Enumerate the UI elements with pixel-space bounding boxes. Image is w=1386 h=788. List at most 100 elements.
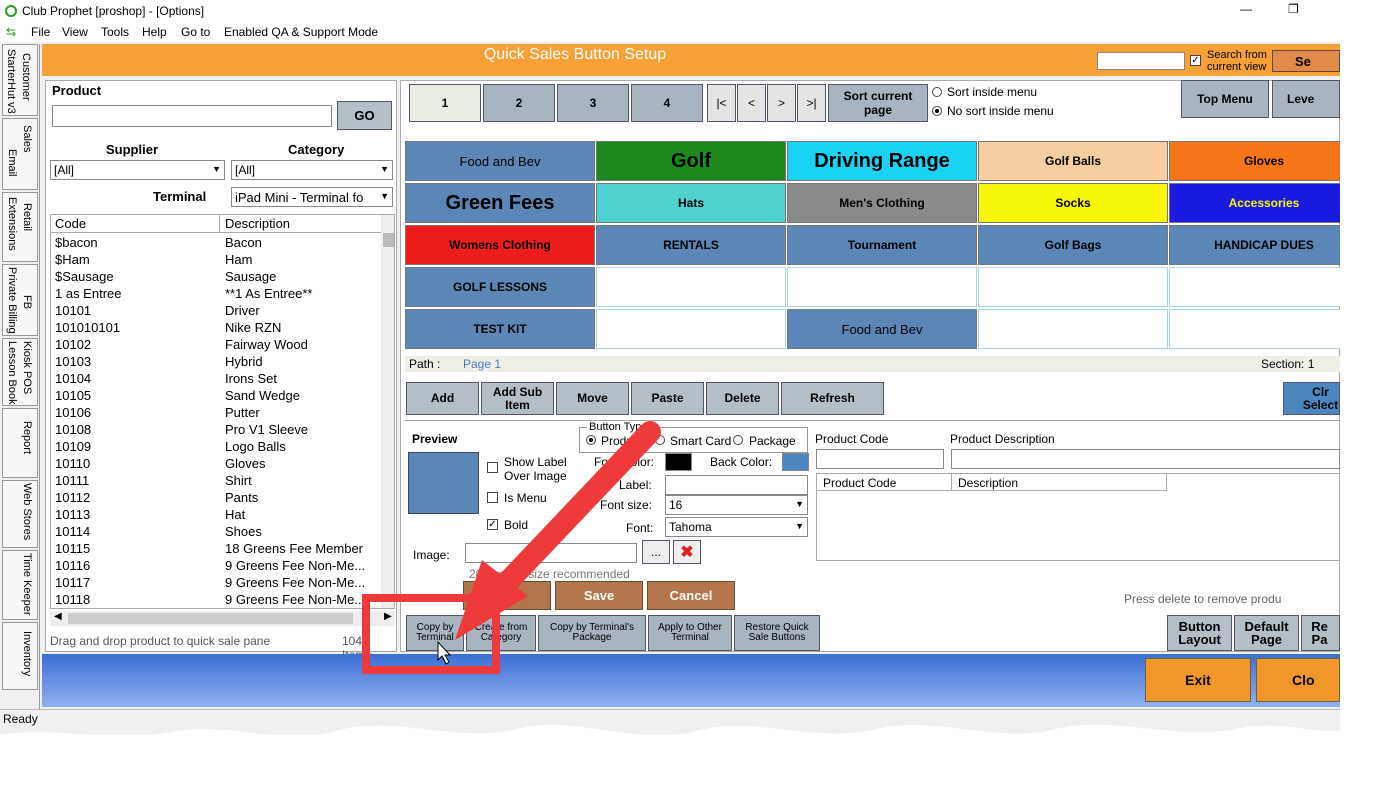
table-row[interactable]: 10109 Logo Balls xyxy=(55,438,382,455)
back-color-swatch[interactable] xyxy=(782,453,809,471)
quick-sale-button[interactable] xyxy=(1169,309,1340,349)
top-menu-button[interactable]: Top Menu xyxy=(1181,80,1269,118)
table-row[interactable]: 10106 Putter xyxy=(55,404,382,421)
table-row[interactable]: 10105 Sand Wedge xyxy=(55,387,382,404)
side-tab-web-stores[interactable]: Web Stores xyxy=(2,480,38,548)
refresh-button[interactable]: Refresh xyxy=(781,382,884,415)
linked-col-desc[interactable]: Description xyxy=(958,476,1018,490)
reset-page-button[interactable]: Re Pa xyxy=(1301,615,1340,651)
product-code-input[interactable] xyxy=(816,449,944,469)
sort-inside-menu-radio[interactable] xyxy=(932,87,942,97)
table-row[interactable]: 10114 Shoes xyxy=(55,523,382,540)
vertical-scrollbar[interactable] xyxy=(381,215,394,608)
quick-sale-button[interactable] xyxy=(978,267,1168,307)
table-row[interactable]: 10101 Driver xyxy=(55,302,382,319)
supplier-select[interactable]: [All] ▼ xyxy=(50,160,225,180)
table-row[interactable]: 10117 9 Greens Fee Non-Me... xyxy=(55,574,382,591)
level-button[interactable]: Leve xyxy=(1272,80,1340,118)
go-button[interactable]: GO xyxy=(337,101,392,130)
font-size-select[interactable]: 16 ▼ xyxy=(665,495,808,515)
next-page-button[interactable]: > xyxy=(767,84,796,122)
quick-sale-button[interactable]: Womens Clothing xyxy=(405,225,595,265)
quick-sale-button[interactable]: Tournament xyxy=(787,225,977,265)
quick-sale-button[interactable]: Driving Range xyxy=(787,141,977,181)
label-input[interactable] xyxy=(665,475,808,495)
clear-image-icon[interactable]: ✖ xyxy=(673,540,701,564)
quick-sale-button[interactable] xyxy=(978,309,1168,349)
add-button[interactable]: Add xyxy=(406,382,479,415)
quick-sale-button[interactable]: HANDICAP DUES xyxy=(1169,225,1340,265)
table-row[interactable]: 10116 9 Greens Fee Non-Me... xyxy=(55,557,382,574)
quick-sale-button[interactable] xyxy=(596,309,786,349)
restore-quick-sale-buttons-button[interactable]: Restore Quick Sale Buttons xyxy=(734,615,820,651)
clear-select-button[interactable]: Clr Select xyxy=(1283,382,1340,415)
menu-file[interactable]: File xyxy=(31,25,50,39)
horizontal-scrollbar[interactable]: ◀ ▶ xyxy=(50,611,395,626)
delete-button[interactable]: Delete xyxy=(706,382,779,415)
col-desc-header[interactable]: Description xyxy=(225,216,290,231)
quick-sale-button[interactable]: RENTALS xyxy=(596,225,786,265)
first-page-button[interactable]: |< xyxy=(707,84,736,122)
quick-sale-button[interactable] xyxy=(787,267,977,307)
quick-sale-button[interactable]: Green Fees xyxy=(405,183,595,223)
page-tab-3[interactable]: 3 xyxy=(557,84,629,122)
quick-sale-button[interactable]: Golf xyxy=(596,141,786,181)
minimize-button[interactable]: — xyxy=(1240,2,1252,16)
side-tab-sales[interactable]: Sales Email xyxy=(2,118,38,190)
table-row[interactable]: 10112 Pants xyxy=(55,489,382,506)
quick-sale-button[interactable]: GOLF LESSONS xyxy=(405,267,595,307)
move-button[interactable]: Move xyxy=(556,382,629,415)
apply-button[interactable] xyxy=(463,581,551,610)
side-tab-report[interactable]: Report xyxy=(2,408,38,478)
table-row[interactable]: 101010101 Nike RZN xyxy=(55,319,382,336)
save-button[interactable]: Save xyxy=(555,581,643,610)
side-tab-fb[interactable]: FB Private Billing xyxy=(2,264,38,336)
default-page-button[interactable]: Default Page xyxy=(1234,615,1299,651)
menu-view[interactable]: View xyxy=(62,25,88,39)
restore-button[interactable]: ❐ xyxy=(1288,2,1299,16)
type-product-radio[interactable] xyxy=(586,435,596,445)
image-path-input[interactable] xyxy=(465,543,637,563)
prev-page-button[interactable]: < xyxy=(737,84,766,122)
add-sub-item-button[interactable]: Add Sub Item xyxy=(481,382,554,415)
type-smart-card-radio[interactable] xyxy=(655,435,665,445)
search-button[interactable]: Se xyxy=(1272,50,1340,72)
linked-col-code[interactable]: Product Code xyxy=(823,476,896,490)
table-row[interactable]: $bacon Bacon xyxy=(55,234,382,251)
no-sort-inside-menu-radio[interactable] xyxy=(932,106,942,116)
quick-sale-button[interactable]: Food and Bev xyxy=(405,141,595,181)
quick-sale-button[interactable] xyxy=(1169,267,1340,307)
table-row[interactable]: 1 as Entree **1 As Entree** xyxy=(55,285,382,302)
table-row[interactable]: $Sausage Sausage xyxy=(55,268,382,285)
quick-sale-button[interactable]: TEST KIT xyxy=(405,309,595,349)
create-from-category-button[interactable]: Create from Category xyxy=(466,615,536,651)
table-row[interactable]: 10104 Irons Set xyxy=(55,370,382,387)
close-button[interactable]: Clo xyxy=(1256,658,1340,702)
back-arrow-icon[interactable]: ⇆ xyxy=(6,25,16,39)
quick-sale-button[interactable]: Socks xyxy=(978,183,1168,223)
table-row[interactable]: 10110 Gloves xyxy=(55,455,382,472)
menu-tools[interactable]: Tools xyxy=(101,25,129,39)
sort-current-page-button[interactable]: Sort current page xyxy=(828,84,928,122)
table-row[interactable]: 10102 Fairway Wood xyxy=(55,336,382,353)
table-row[interactable]: 10108 Pro V1 Sleeve xyxy=(55,421,382,438)
type-package-radio[interactable] xyxy=(733,435,743,445)
last-page-button[interactable]: >| xyxy=(797,84,826,122)
copy-by-terminal-package-button[interactable]: Copy by Terminal's Package xyxy=(538,615,646,651)
table-row[interactable]: $Ham Ham xyxy=(55,251,382,268)
exit-button[interactable]: Exit xyxy=(1145,658,1251,702)
quick-sale-button[interactable]: Men's Clothing xyxy=(787,183,977,223)
side-tab-kiosk[interactable]: Kiosk POS Lesson Book xyxy=(2,338,38,406)
product-search-input[interactable] xyxy=(52,105,332,127)
side-tab-inventory[interactable]: Inventory xyxy=(2,622,38,690)
quick-sale-button[interactable]: Gloves xyxy=(1169,141,1340,181)
quick-sale-button[interactable]: Food and Bev xyxy=(787,309,977,349)
quick-sale-button[interactable]: Golf Balls xyxy=(978,141,1168,181)
side-tab-retail[interactable]: Retail Extensions xyxy=(2,192,38,262)
show-label-checkbox[interactable] xyxy=(487,462,498,473)
browse-image-button[interactable]: ... xyxy=(642,540,670,564)
fore-color-swatch[interactable] xyxy=(665,453,692,471)
page-tab-2[interactable]: 2 xyxy=(483,84,555,122)
search-from-view-checkbox[interactable]: ✓ xyxy=(1190,55,1201,66)
paste-button[interactable]: Paste xyxy=(631,382,704,415)
